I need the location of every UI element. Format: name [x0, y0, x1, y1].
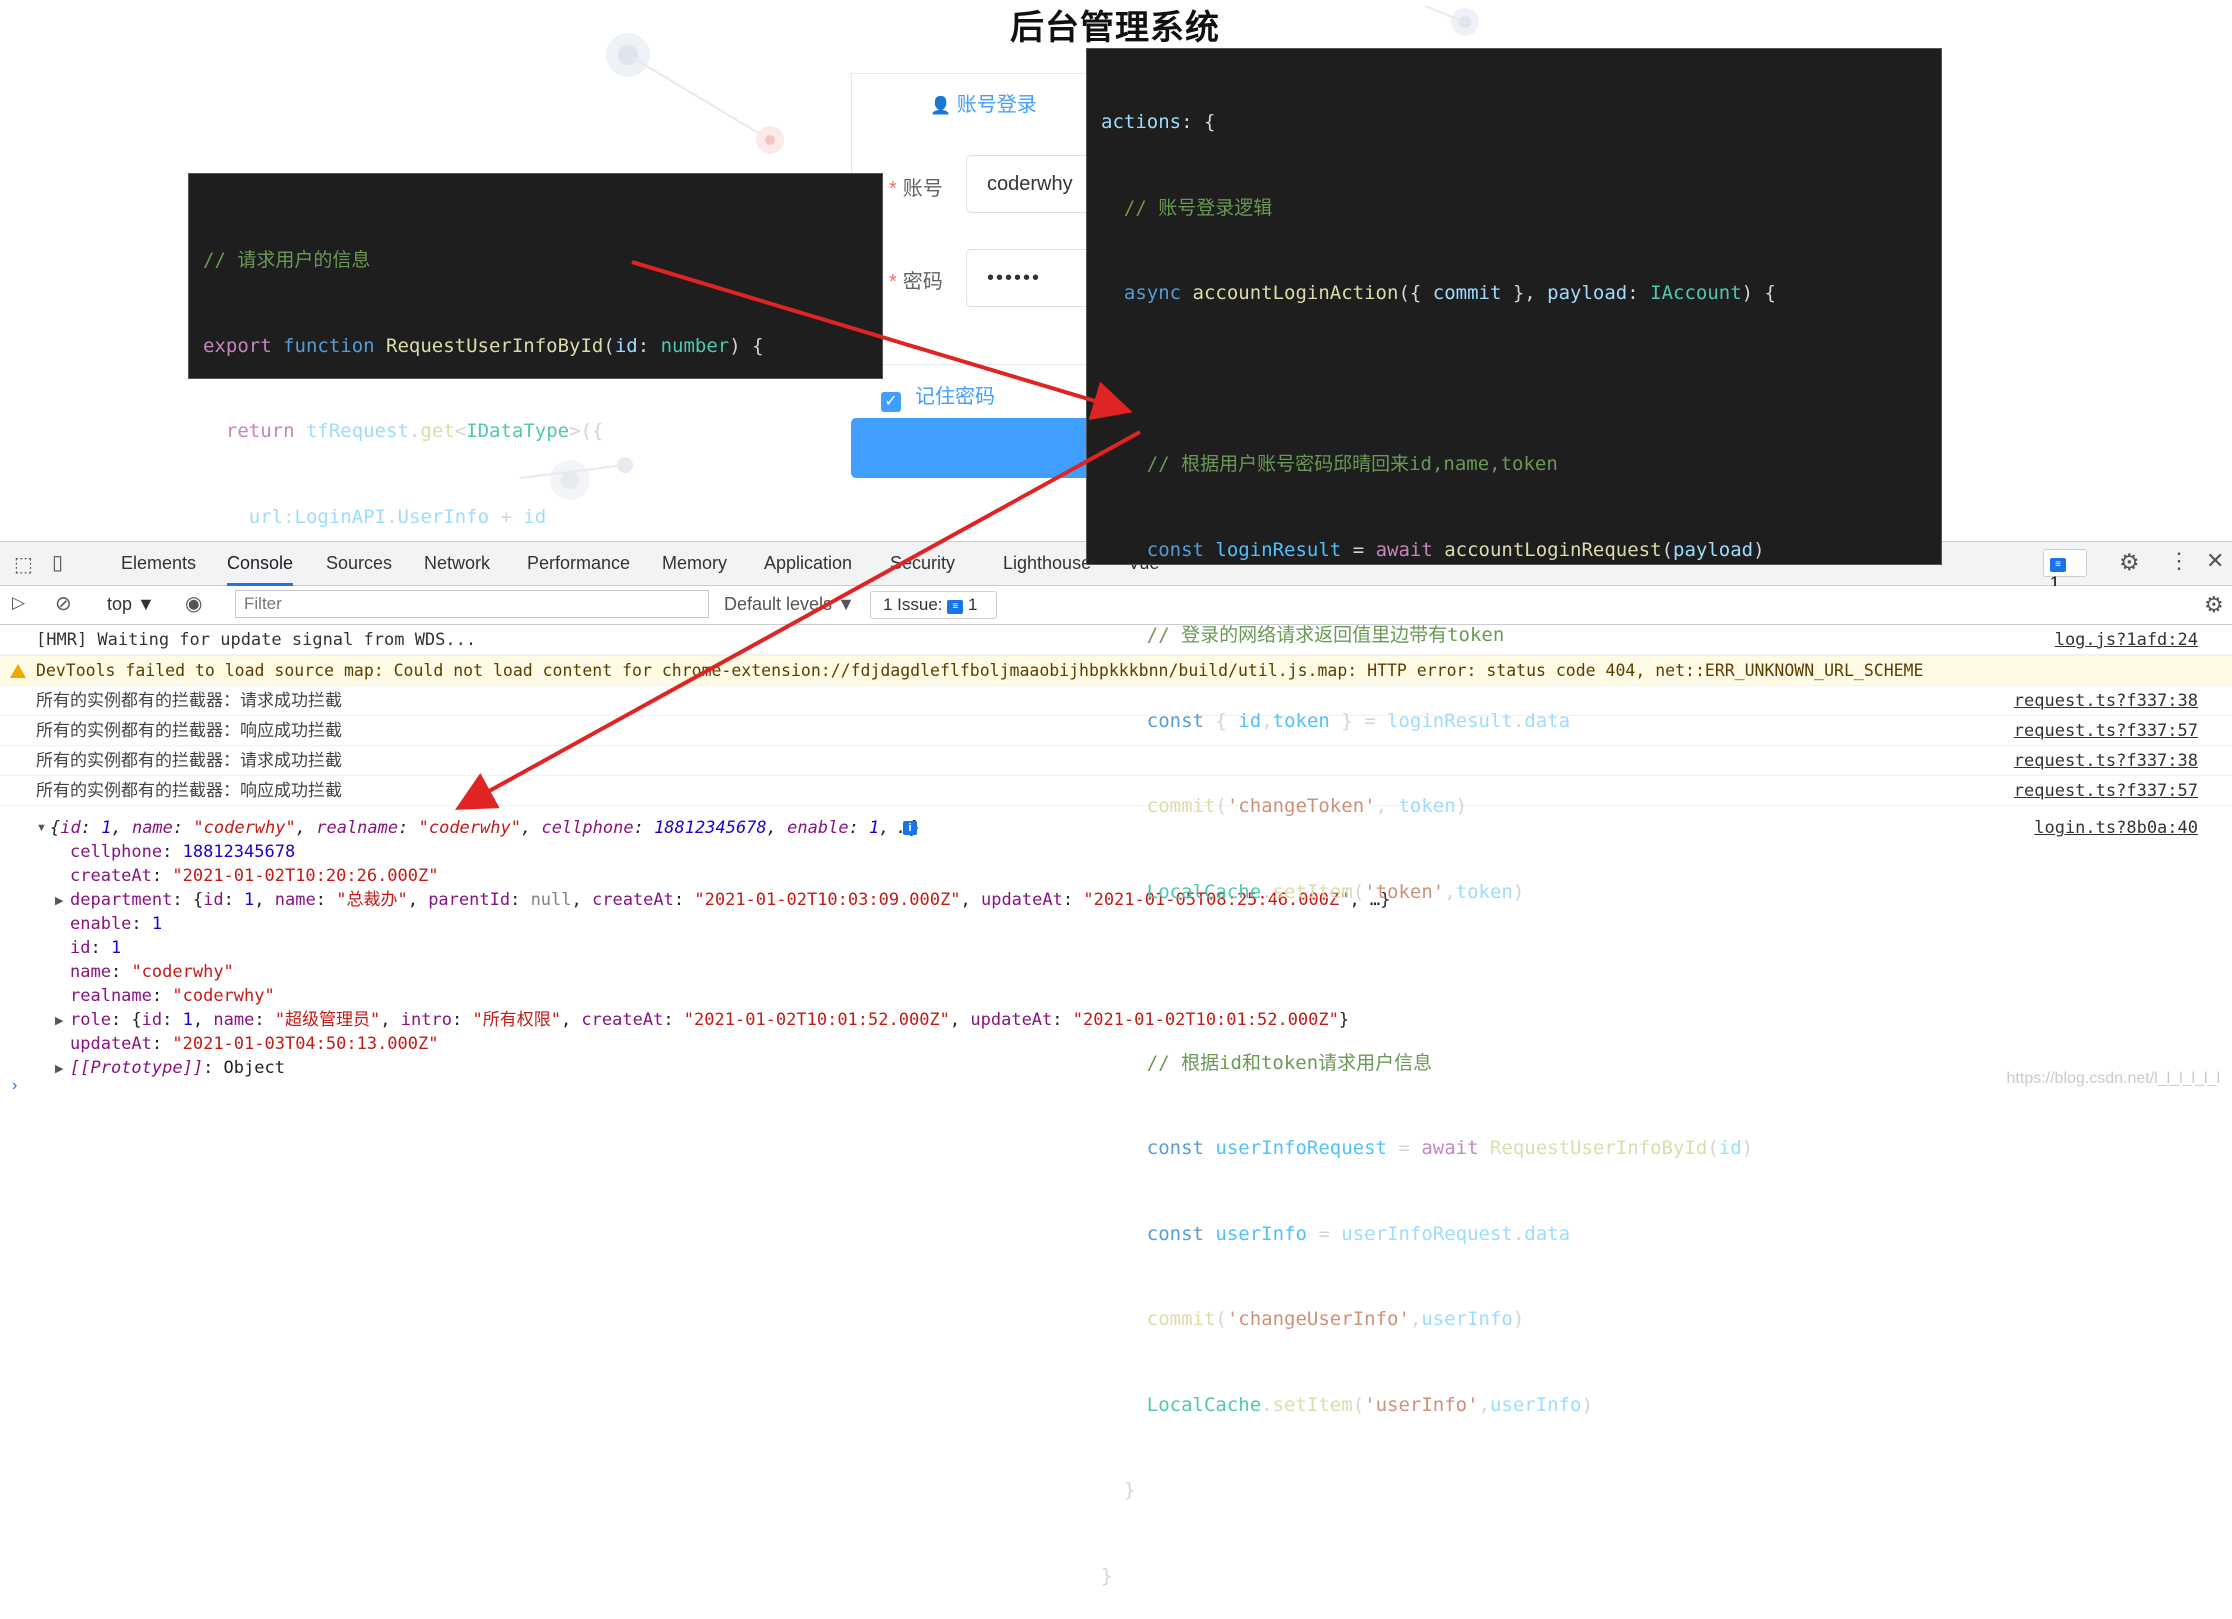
code-line: const userInfo = userInfoRequest.data	[1146, 1222, 1571, 1245]
code-line: commit('changeUserInfo',userInfo)	[1146, 1308, 1525, 1330]
arrow-function-to-call	[631, 260, 1133, 420]
code-line: LocalCache.setItem('userInfo',userInfo)	[1146, 1393, 1593, 1416]
code-line: const userInfoRequest = await RequestUse…	[1146, 1137, 1754, 1159]
arrow-userinfo-to-console	[454, 430, 1141, 810]
annotation-arrows	[454, 260, 1141, 810]
code-line: }	[1101, 1564, 1113, 1587]
code-line: }	[1101, 1479, 1136, 1501]
